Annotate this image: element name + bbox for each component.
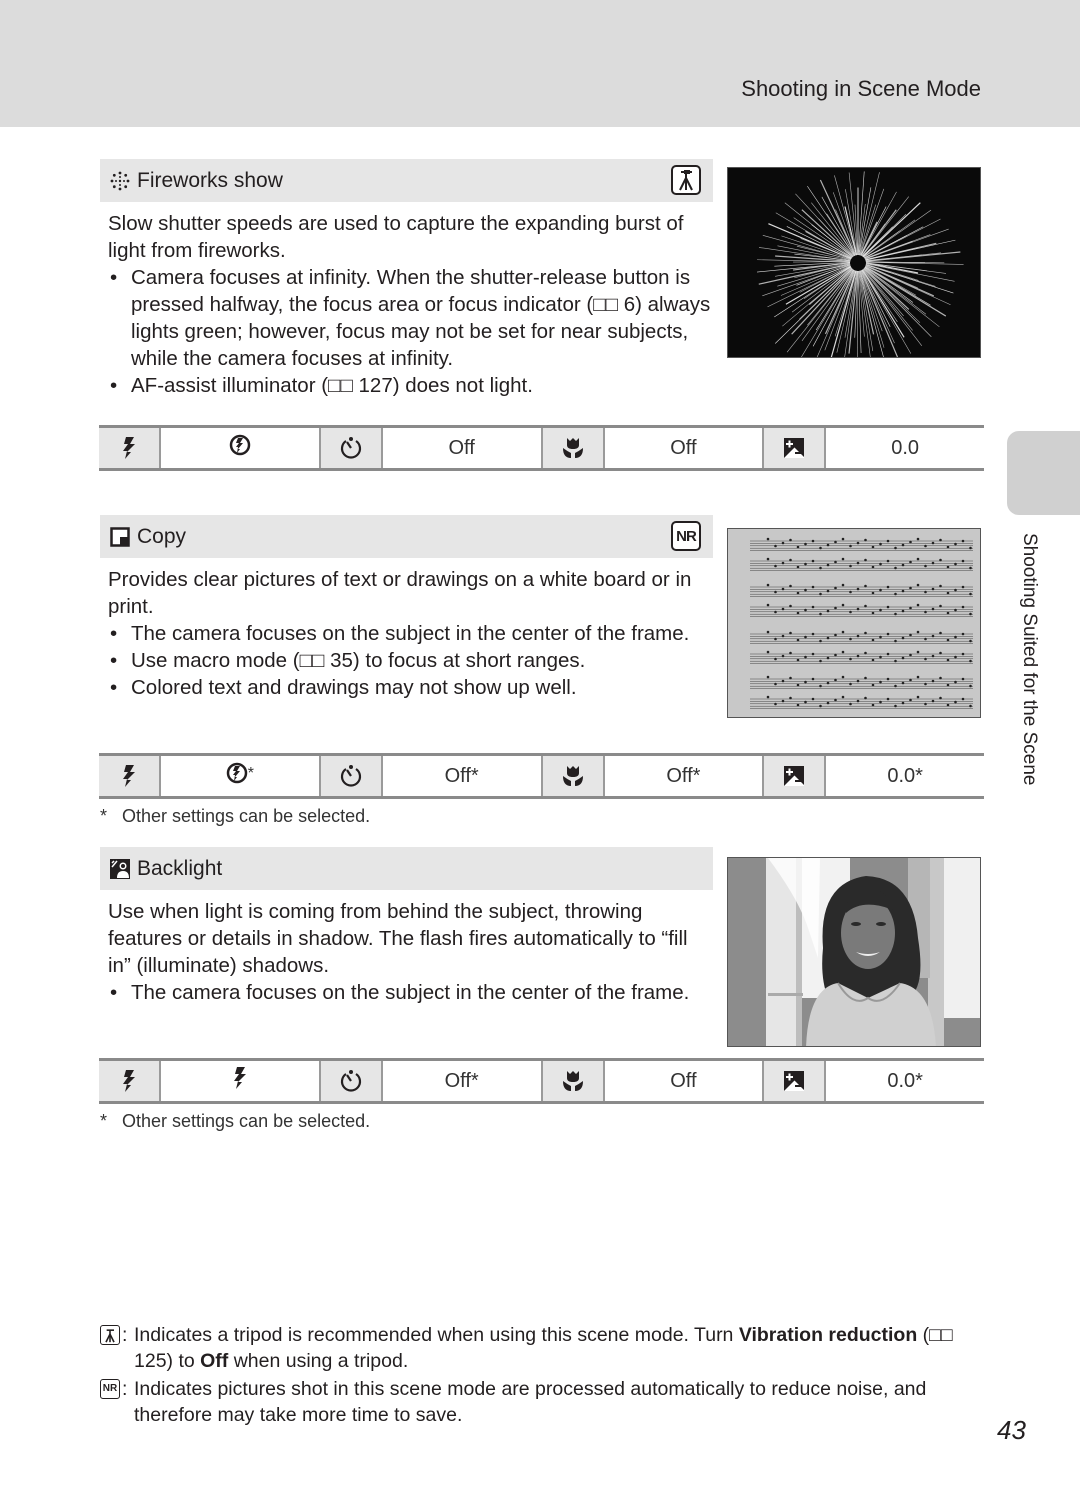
macro-value: Off [605, 428, 765, 468]
footnote-marker: * [247, 765, 254, 782]
exposure-compensation-value: 0.0* [887, 1069, 923, 1092]
flash-mode-icon [99, 428, 161, 468]
note-text: Indicates a tripod is recommended when u… [134, 1324, 739, 1346]
exposure-compensation-value: 0.0* [887, 764, 923, 787]
bullet-item: Camera focuses at infinity. When the shu… [108, 264, 716, 372]
note-text: Indicates pictures shot in this scene mo… [134, 1378, 927, 1426]
self-timer-icon [320, 428, 383, 468]
section-intro: Use when light is coming from behind the… [108, 900, 688, 977]
section-intro: Slow shutter speeds are used to capture … [108, 212, 684, 262]
footnote-text: Other settings can be selected. [122, 1111, 371, 1131]
flash-mode-value [161, 428, 321, 468]
self-timer-value: Off [383, 428, 543, 468]
nr-note: NR : Indicates pictures shot in this sce… [100, 1376, 980, 1428]
section-body-backlight: Use when light is coming from behind the… [108, 898, 716, 1006]
note-bold-vibration-reduction: Vibration reduction [738, 1324, 918, 1346]
exposure-compensation-icon [764, 428, 827, 468]
page-number: 43 [997, 1415, 1026, 1445]
self-timer-icon [320, 756, 383, 796]
section-body-fireworks: Slow shutter speeds are used to capture … [108, 210, 716, 399]
section-title: Backlight [137, 856, 223, 880]
footnote-copy: * Other settings can be selected. [100, 806, 370, 827]
exposure-compensation-icon [764, 756, 827, 796]
flash-mode-icon [99, 756, 161, 796]
section-heading-copy: Copy NR [100, 515, 713, 558]
flash-mode-value: * [161, 756, 321, 796]
footnote-marker: * [100, 806, 108, 826]
bullet-item: The camera focuses on the subject in the… [108, 620, 716, 647]
flash-off-icon [229, 434, 251, 462]
chapter-tab-label: Shooting Suited for the Scene [1019, 533, 1040, 786]
bullet-item: Use macro mode (□□ 35) to focus at short… [108, 647, 716, 674]
self-timer-value: Off* [383, 1061, 543, 1101]
settings-row-fireworks: Off Off 0.0 [99, 425, 984, 471]
exposure-compensation-icon [764, 1061, 827, 1101]
note-text: when using a tripod. [228, 1350, 409, 1372]
footnote-text: Other settings can be selected. [122, 806, 371, 826]
footnote-marker: * [100, 1111, 108, 1131]
section-heading-fireworks: Fireworks show [100, 159, 713, 202]
flash-off-icon [226, 762, 248, 790]
tripod-icon [100, 1325, 120, 1345]
fireworks-icon [109, 170, 131, 192]
icon-legend-notes: : Indicates a tripod is recommended when… [100, 1322, 980, 1428]
bullet-item: Colored text and drawings may not show u… [108, 674, 716, 701]
header-band [0, 0, 1080, 127]
section-title: Copy [137, 524, 187, 548]
sheet-music-photo [727, 528, 981, 718]
nr-icon: NR [100, 1379, 120, 1399]
self-timer-value: Off* [383, 756, 543, 796]
fireworks-photo [727, 167, 981, 358]
bullet-item: The camera focuses on the subject in the… [108, 979, 716, 1006]
settings-row-backlight: Off* Off 0.0* [99, 1058, 984, 1104]
macro-icon [542, 1061, 605, 1101]
tripod-note: : Indicates a tripod is recommended when… [100, 1322, 980, 1374]
copy-icon [109, 526, 131, 548]
section-body-copy: Provides clear pictures of text or drawi… [108, 566, 716, 701]
backlight-icon [109, 858, 131, 880]
tripod-icon [671, 165, 701, 195]
page-header-title: Shooting in Scene Mode [741, 76, 981, 101]
macro-value: Off* [605, 756, 765, 796]
note-colon: : [122, 1378, 128, 1400]
macro-icon [542, 428, 605, 468]
section-heading-backlight: Backlight [100, 847, 713, 890]
chapter-tab [1007, 431, 1080, 515]
backlit-portrait-photo [727, 857, 981, 1047]
self-timer-icon [320, 1061, 383, 1101]
section-title: Fireworks show [137, 168, 283, 192]
note-bold-off: Off [200, 1350, 229, 1372]
bullet-item: AF-assist illuminator (□□ 127) does not … [108, 372, 716, 399]
macro-icon [542, 756, 605, 796]
settings-row-copy: * Off* Off* 0.0* [99, 753, 984, 799]
footnote-backlight: * Other settings can be selected. [100, 1111, 370, 1132]
flash-mode-icon [99, 1061, 161, 1101]
flash-on-icon [232, 1067, 248, 1095]
exposure-compensation-value: 0.0 [891, 436, 920, 459]
nr-icon: NR [671, 521, 701, 551]
macro-value: Off [605, 1061, 765, 1101]
section-intro: Provides clear pictures of text or drawi… [108, 568, 692, 618]
flash-mode-value [161, 1061, 321, 1101]
note-colon: : [122, 1324, 128, 1346]
